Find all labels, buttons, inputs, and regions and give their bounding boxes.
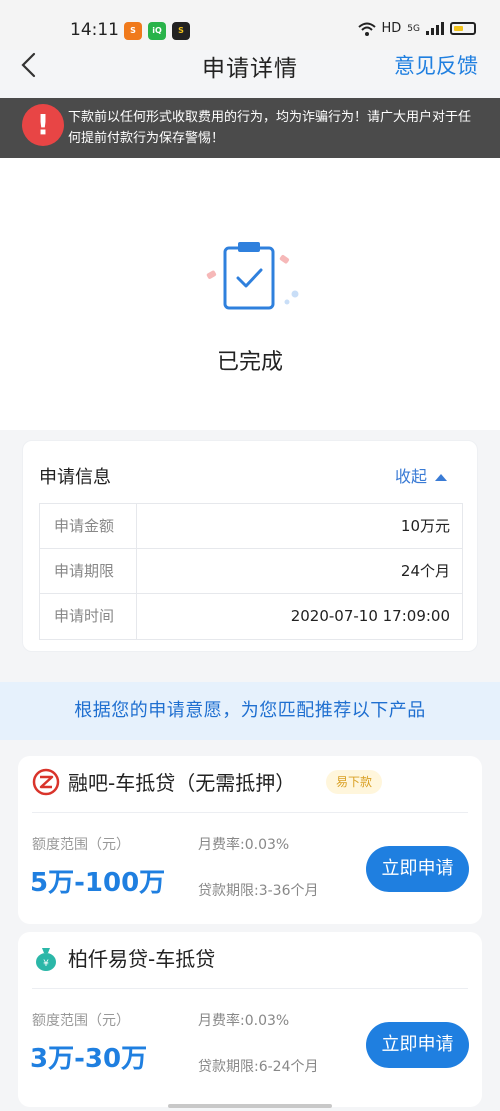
apply-button[interactable]: 立即申请	[366, 846, 469, 892]
status-indicators: HD 5G	[357, 21, 476, 36]
signal-type-label: 5G	[407, 23, 420, 34]
application-status: 已完成	[0, 158, 500, 430]
wifi-icon	[357, 22, 376, 36]
battery-icon	[450, 22, 476, 35]
notification-icon: S	[172, 22, 190, 40]
status-time: 14:11	[70, 20, 119, 40]
nav-bar: 申请详情 意见反馈	[0, 40, 500, 98]
feedback-link[interactable]: 意见反馈	[394, 50, 478, 80]
recommendation-banner: 根据您的申请意愿，为您匹配推荐以下产品	[0, 682, 500, 740]
row-key: 申请金额	[40, 504, 137, 548]
svg-text:¥: ¥	[43, 959, 49, 969]
range-value: 3万-30万	[30, 1044, 148, 1074]
iqiyi-notification-icon: iQ	[148, 22, 166, 40]
product-tag: 易下款	[326, 770, 383, 794]
network-label: HD	[381, 21, 402, 36]
collapse-label: 收起	[394, 467, 427, 486]
application-info-card: 申请信息 收起 申请金额 10万元 申请期限 24个月 申请时间 2020-07…	[22, 440, 478, 652]
alert-icon: !	[22, 104, 64, 146]
signal-icon	[426, 22, 444, 35]
info-title: 申请信息	[39, 467, 111, 488]
info-table: 申请金额 10万元 申请期限 24个月 申请时间 2020-07-10 17:0…	[39, 503, 463, 640]
range-label: 额度范围（元）	[32, 837, 130, 853]
product-name: 融吧-车抵贷（无需抵押）	[68, 771, 296, 795]
product-card[interactable]: ¥ 柏仟易贷-车抵贷 额度范围（元） 3万-30万 月费率:0.03% 贷款期限…	[18, 932, 482, 1107]
product-card[interactable]: 融吧-车抵贷（无需抵押） 易下款 额度范围（元） 5万-100万 月费率:0.0…	[18, 756, 482, 924]
monthly-rate: 月费率:0.03%	[198, 1013, 290, 1029]
clipboard-check-icon	[206, 242, 299, 310]
loan-term: 贷款期限:6-24个月	[198, 1059, 319, 1075]
table-row: 申请时间 2020-07-10 17:09:00	[40, 594, 462, 639]
row-value: 24个月	[400, 562, 450, 580]
row-key: 申请期限	[40, 549, 137, 593]
range-label: 额度范围（元）	[32, 1013, 130, 1029]
divider	[32, 988, 468, 989]
warning-line-1: 下款前以任何形式收取费用的行为，均为诈骗行为！请广大用户对于任	[68, 110, 472, 125]
collapse-button[interactable]: 收起	[395, 463, 447, 487]
row-value: 2020-07-10 17:09:00	[290, 607, 450, 625]
warning-text: 下款前以任何形式收取费用的行为，均为诈骗行为！请广大用户对于任 何提前付款行为保…	[68, 107, 500, 149]
warning-line-2: 何提前付款行为保存警惕！	[68, 131, 225, 146]
apply-button[interactable]: 立即申请	[366, 1022, 469, 1068]
caret-up-icon	[435, 474, 447, 481]
row-key: 申请时间	[40, 594, 137, 639]
fraud-warning-banner: ! 下款前以任何形式收取费用的行为，均为诈骗行为！请广大用户对于任 何提前付款行…	[0, 98, 500, 158]
divider	[32, 812, 468, 813]
table-row: 申请金额 10万元	[40, 504, 462, 549]
row-value: 10万元	[400, 517, 450, 535]
rongba-logo-icon	[32, 768, 60, 796]
money-bag-logo-icon: ¥	[36, 948, 56, 971]
loan-term: 贷款期限:3-36个月	[198, 883, 319, 899]
product-name: 柏仟易贷-车抵贷	[68, 947, 216, 971]
app-notification-icon: S	[124, 22, 142, 40]
monthly-rate: 月费率:0.03%	[198, 837, 290, 853]
table-row: 申请期限 24个月	[40, 549, 462, 594]
range-value: 5万-100万	[30, 868, 166, 898]
status-label: 已完成	[216, 350, 283, 375]
home-indicator[interactable]	[168, 1104, 332, 1108]
